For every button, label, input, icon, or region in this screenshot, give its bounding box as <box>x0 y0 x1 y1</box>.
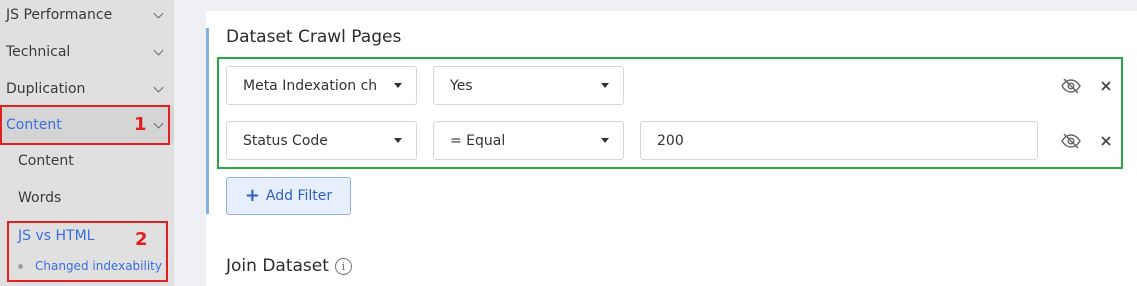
join-dataset-heading: Join Dataset i <box>226 256 352 276</box>
sidebar-subitem-words[interactable]: Words <box>18 190 61 206</box>
filter-field-select[interactable]: Meta Indexation change <box>226 66 417 105</box>
section-title: Dataset Crawl Pages <box>226 27 402 47</box>
close-icon[interactable] <box>1095 75 1117 97</box>
sidebar-item-label: Technical <box>6 43 71 60</box>
sidebar-item-technical[interactable]: Technical <box>0 33 174 70</box>
sidebar-subitem-label: Content <box>18 153 74 169</box>
caret-down-icon <box>601 138 609 143</box>
annotation-number-1: 1 <box>134 114 147 135</box>
filter-field-select[interactable]: Status Code <box>226 121 417 160</box>
section-accent-bar <box>206 28 209 214</box>
filter-value-text: 200 <box>657 132 684 149</box>
main-panel: Dataset Crawl Pages Meta Indexation chan… <box>174 0 1137 286</box>
add-filter-button[interactable]: + Add Filter <box>226 177 351 215</box>
filter-field-value: Status Code <box>243 132 328 149</box>
eye-slash-icon[interactable] <box>1060 75 1082 97</box>
chevron-down-icon <box>153 8 164 19</box>
plus-icon: + <box>244 185 260 206</box>
chevron-down-icon <box>153 82 164 93</box>
eye-slash-icon[interactable] <box>1060 130 1082 152</box>
annotation-number-2: 2 <box>135 229 148 250</box>
add-filter-label: Add Filter <box>265 188 333 204</box>
caret-down-icon <box>394 138 402 143</box>
filter-operator-select[interactable]: Yes <box>433 66 624 105</box>
sidebar-item-duplication[interactable]: Duplication <box>0 70 174 107</box>
sidebar-subitem-label: Words <box>18 190 62 206</box>
sidebar-item-label: Duplication <box>6 80 86 97</box>
info-icon[interactable]: i <box>334 257 352 275</box>
filter-operator-value: = Equal <box>450 132 506 149</box>
close-icon[interactable] <box>1095 130 1117 152</box>
caret-down-icon <box>394 83 402 88</box>
filter-field-value: Meta Indexation change <box>243 77 376 94</box>
sidebar-subitem-content[interactable]: Content <box>18 153 74 169</box>
filter-value-input[interactable]: 200 <box>640 121 1038 160</box>
caret-down-icon <box>601 83 609 88</box>
filter-operator-value: Yes <box>450 77 473 94</box>
filter-operator-select[interactable]: = Equal <box>433 121 624 160</box>
chevron-down-icon <box>153 45 164 56</box>
sidebar-item-label: JS Performance <box>6 6 113 23</box>
sidebar-item-js-performance[interactable]: JS Performance <box>0 0 174 33</box>
join-dataset-title: Join Dataset <box>226 256 329 276</box>
